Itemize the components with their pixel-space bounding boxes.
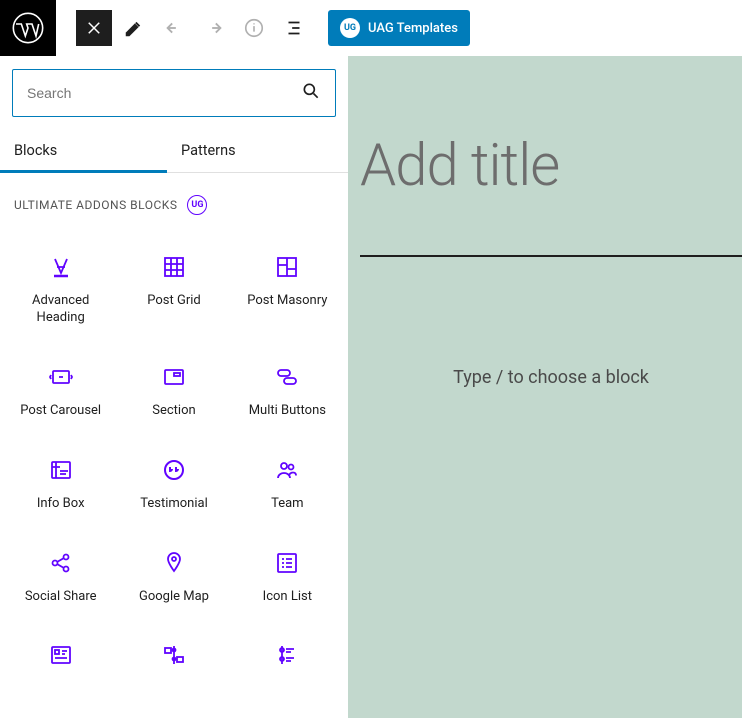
- post-grid-icon: [162, 253, 186, 281]
- uag-badge-icon: UG: [340, 18, 360, 38]
- redo-icon[interactable]: [196, 10, 232, 46]
- block-item-team[interactable]: Team: [233, 436, 342, 525]
- block-label: Post Grid: [147, 293, 200, 310]
- post-carousel-icon: [49, 363, 73, 391]
- block-label: Info Box: [37, 496, 85, 513]
- block-label: Multi Buttons: [249, 403, 326, 420]
- top-toolbar: UG UAG Templates: [0, 0, 742, 56]
- block-item-social-share[interactable]: Social Share: [6, 529, 115, 618]
- inserter-tabs: Blocks Patterns: [0, 129, 348, 173]
- editor-canvas[interactable]: Add title Type / to choose a block: [348, 56, 742, 718]
- category-title: ULTIMATE ADDONS BLOCKS: [14, 198, 177, 212]
- block-item-post-masonry[interactable]: Post Masonry: [233, 233, 342, 339]
- post-title-field[interactable]: Add title: [360, 136, 742, 257]
- block-item-post-carousel[interactable]: Post Carousel: [6, 343, 115, 432]
- block-label: Post Carousel: [20, 403, 101, 420]
- uag-category-badge-icon: UG: [187, 195, 207, 215]
- social-share-icon: [49, 549, 73, 577]
- uag-button-label: UAG Templates: [368, 21, 458, 36]
- section-icon: [162, 363, 186, 391]
- post-masonry-icon: [275, 253, 299, 281]
- block-category-header: ULTIMATE ADDONS BLOCKS UG: [0, 173, 348, 223]
- block-item-advanced-heading[interactable]: Advanced Heading: [6, 233, 115, 339]
- google-map-icon: [162, 549, 186, 577]
- block-item-testimonial[interactable]: Testimonial: [119, 436, 228, 525]
- block-appender-prompt[interactable]: Type / to choose a block: [360, 367, 742, 388]
- info-icon[interactable]: [236, 10, 272, 46]
- block-item-price-list[interactable]: [6, 621, 115, 693]
- block-label: Icon List: [263, 589, 312, 606]
- block-label: Google Map: [139, 589, 209, 606]
- undo-icon[interactable]: [156, 10, 192, 46]
- tab-patterns[interactable]: Patterns: [167, 129, 348, 172]
- block-item-info-box[interactable]: Info Box: [6, 436, 115, 525]
- block-item-content-timeline[interactable]: [233, 621, 342, 693]
- info-box-icon: [49, 456, 73, 484]
- search-input-wrapper[interactable]: [12, 69, 336, 117]
- content-timeline-icon: [275, 641, 299, 669]
- block-label: Advanced Heading: [12, 293, 109, 327]
- block-item-multi-buttons[interactable]: Multi Buttons: [233, 343, 342, 432]
- uag-templates-button[interactable]: UG UAG Templates: [328, 10, 470, 46]
- block-label: Testimonial: [140, 496, 208, 513]
- search-input[interactable]: [27, 85, 301, 101]
- block-item-google-map[interactable]: Google Map: [119, 529, 228, 618]
- block-item-section[interactable]: Section: [119, 343, 228, 432]
- testimonial-icon: [162, 456, 186, 484]
- block-label: Post Masonry: [247, 293, 327, 310]
- icon-list-icon: [275, 549, 299, 577]
- block-label: Social Share: [25, 589, 97, 606]
- edit-tool-icon[interactable]: [116, 10, 152, 46]
- list-view-icon[interactable]: [276, 10, 312, 46]
- block-inserter-sidebar: Blocks Patterns ULTIMATE ADDONS BLOCKS U…: [0, 56, 348, 718]
- block-label: Section: [152, 403, 195, 420]
- team-icon: [275, 456, 299, 484]
- tab-blocks[interactable]: Blocks: [0, 129, 167, 172]
- wordpress-logo-icon[interactable]: [0, 0, 56, 56]
- advanced-heading-icon: [49, 253, 73, 281]
- blocks-grid: Advanced Heading Post Grid Post Masonry Pos…: [0, 223, 348, 703]
- multi-buttons-icon: [275, 363, 299, 391]
- block-item-post-grid[interactable]: Post Grid: [119, 233, 228, 339]
- price-list-icon: [49, 641, 73, 669]
- block-item-icon-list[interactable]: Icon List: [233, 529, 342, 618]
- close-inserter-button[interactable]: [76, 10, 112, 46]
- post-timeline-icon: [162, 641, 186, 669]
- block-item-post-timeline[interactable]: [119, 621, 228, 693]
- search-icon: [301, 81, 321, 105]
- block-label: Team: [271, 496, 304, 513]
